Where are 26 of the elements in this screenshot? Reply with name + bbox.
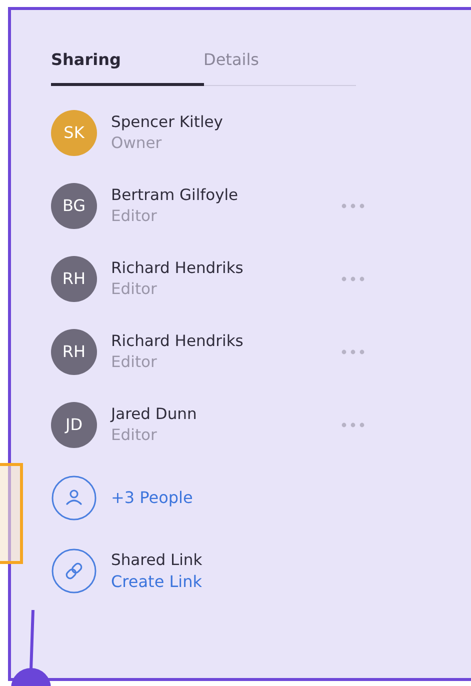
person-name: Richard Hendriks: [111, 330, 244, 352]
avatar: JD: [51, 402, 97, 448]
person-role: Owner: [111, 132, 163, 154]
person-role: Editor: [111, 352, 158, 372]
person-role: Editor: [111, 278, 158, 300]
avatar: RH: [51, 256, 97, 302]
more-icon[interactable]: [341, 348, 365, 354]
more-icon[interactable]: [341, 202, 365, 208]
more-icon[interactable]: [341, 422, 365, 428]
person-name: Jared Dunn: [111, 404, 198, 424]
person-role: Editor: [111, 206, 158, 226]
person-name: Bertram Gilfoyle: [111, 184, 240, 206]
more-icon[interactable]: [341, 276, 365, 282]
person-role: Editor: [111, 424, 158, 446]
person-name: Spencer Kitley: [111, 112, 224, 132]
person-name: Richard Hendriks: [111, 258, 244, 278]
avatar: BG: [51, 182, 97, 228]
person-icon[interactable]: [51, 474, 97, 520]
link-icon[interactable]: [51, 548, 97, 594]
shared-link-label: Shared Link: [111, 550, 204, 570]
avatar: RH: [51, 328, 97, 374]
create-link[interactable]: Create Link: [111, 570, 311, 592]
tab[interactable]: Sharing: [51, 44, 204, 86]
more-people-link[interactable]: +3 People: [111, 487, 193, 508]
avatar: SK: [51, 110, 97, 156]
tab[interactable]: Details: [204, 44, 356, 86]
